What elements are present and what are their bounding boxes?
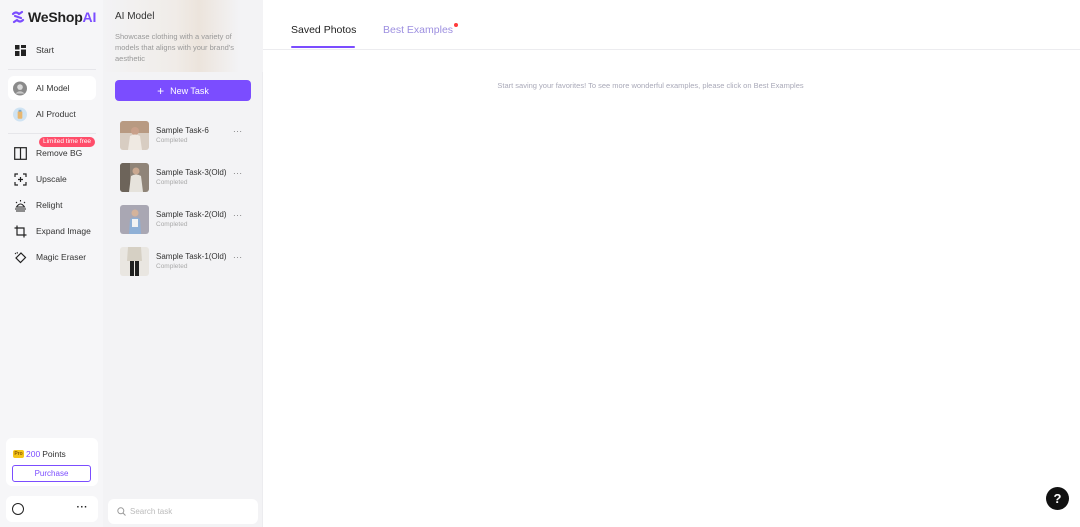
panel-description: Showcase clothing with a variety of mode… <box>115 32 234 63</box>
eraser-icon <box>13 250 27 264</box>
split-panel-icon <box>13 146 27 160</box>
nav-item-label: AI Product <box>36 109 76 119</box>
nav-item-label: Remove BG <box>36 148 83 158</box>
task-status: Completed <box>156 263 188 270</box>
task-item[interactable]: Sample Task-2(Old) Completed ··· <box>120 205 255 235</box>
panel-title: AI Model <box>115 11 155 22</box>
plus-icon: + <box>157 83 165 98</box>
panel-header: AI Model Showcase clothing with a variet… <box>103 0 263 72</box>
search-task-box[interactable] <box>108 499 258 524</box>
task-thumbnail <box>120 247 149 276</box>
logo-icon <box>11 10 25 24</box>
grid-icon <box>13 43 27 57</box>
nav-divider <box>8 133 96 134</box>
nav-item-label: Upscale <box>36 174 67 184</box>
nav-divider <box>8 69 96 70</box>
task-name: Sample Task-6 <box>156 126 209 135</box>
nav-item-ai-model[interactable]: AI Model <box>8 76 96 100</box>
task-name: Sample Task-3(Old) <box>156 168 227 177</box>
notification-dot <box>454 23 458 27</box>
left-nav: WeShopAI Start AI Model AI Product Limit… <box>0 0 103 527</box>
nav-item-remove-bg[interactable]: Remove BG <box>8 141 96 165</box>
task-status: Completed <box>156 221 188 228</box>
logo-text-suffix: AI <box>82 9 97 25</box>
points-card: Pro 200 Points Purchase <box>6 438 98 486</box>
nav-item-label: Magic Eraser <box>36 252 87 262</box>
crop-icon <box>13 224 27 238</box>
nav-item-expand-image[interactable]: Expand Image <box>8 219 96 243</box>
task-panel: AI Model Showcase clothing with a variet… <box>103 0 263 527</box>
nav-item-ai-product[interactable]: AI Product <box>8 102 96 126</box>
nav-item-upscale[interactable]: Upscale <box>8 167 96 191</box>
more-options-icon[interactable]: ··· <box>77 502 89 513</box>
points-value: 200 <box>26 449 41 459</box>
task-thumbnail <box>120 163 149 192</box>
task-item[interactable]: Sample Task-6 Completed ··· <box>120 121 255 151</box>
search-icon <box>117 507 126 516</box>
pro-badge: Pro <box>13 450 24 458</box>
user-menu[interactable]: ··· <box>6 496 98 522</box>
task-more-icon[interactable]: ··· <box>233 169 243 178</box>
empty-state-message: Start saving your favorites! To see more… <box>497 81 804 90</box>
nav-item-relight[interactable]: Relight <box>8 193 96 217</box>
active-tab-indicator <box>291 46 355 48</box>
upscale-icon <box>13 172 27 186</box>
lamp-icon <box>13 198 27 212</box>
logo-text-prefix: WeShop <box>28 9 83 25</box>
task-name: Sample Task-1(Old) <box>156 252 227 261</box>
weshop-logo[interactable]: WeShopAI <box>11 9 96 25</box>
task-status: Completed <box>156 179 188 186</box>
main-tabs: Saved Photos Best Examples <box>263 0 1080 50</box>
task-thumbnail <box>120 121 149 150</box>
purchase-button[interactable]: Purchase <box>12 465 91 482</box>
task-status: Completed <box>156 137 188 144</box>
task-more-icon[interactable]: ··· <box>233 253 243 262</box>
nav-item-label: AI Model <box>36 83 70 93</box>
product-avatar-icon <box>13 107 27 121</box>
nav-item-label: Relight <box>36 200 63 210</box>
search-task-input[interactable] <box>130 507 240 516</box>
help-button[interactable]: ? <box>1046 487 1069 510</box>
task-name: Sample Task-2(Old) <box>156 210 227 219</box>
task-more-icon[interactable]: ··· <box>233 127 243 136</box>
nav-item-label: Start <box>36 45 54 55</box>
nav-item-label: Expand Image <box>36 226 91 236</box>
model-avatar-icon <box>13 81 27 95</box>
task-item[interactable]: Sample Task-1(Old) Completed ··· <box>120 247 255 277</box>
user-avatar-icon[interactable] <box>12 503 24 515</box>
new-task-label: New Task <box>170 85 209 96</box>
tab-best-examples[interactable]: Best Examples <box>383 24 453 36</box>
tab-saved-photos[interactable]: Saved Photos <box>291 24 356 36</box>
task-thumbnail <box>120 205 149 234</box>
task-more-icon[interactable]: ··· <box>233 211 243 220</box>
points-row: Pro 200 Points <box>13 449 66 459</box>
new-task-button[interactable]: + New Task <box>115 80 251 101</box>
task-item[interactable]: Sample Task-3(Old) Completed ··· <box>120 163 255 193</box>
points-label: Points <box>42 449 66 459</box>
nav-item-magic-eraser[interactable]: Magic Eraser <box>8 245 96 269</box>
nav-item-start[interactable]: Start <box>8 38 96 62</box>
